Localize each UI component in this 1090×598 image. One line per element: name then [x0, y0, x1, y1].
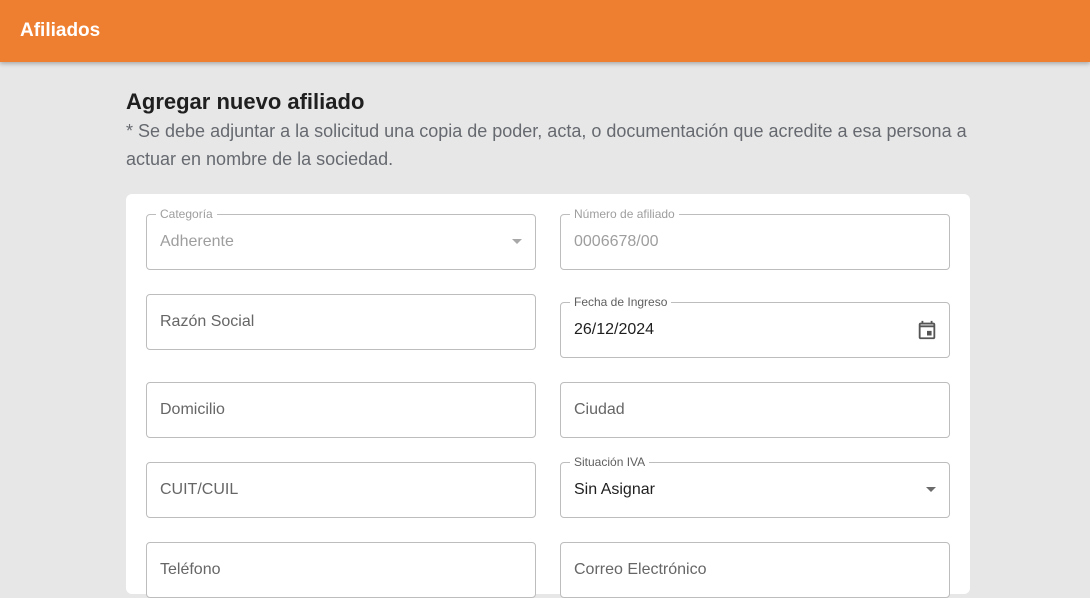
correo-field[interactable]: Correo Electrónico	[560, 542, 950, 598]
correo-placeholder: Correo Electrónico	[574, 561, 707, 578]
domicilio-field[interactable]: Domicilio	[146, 382, 536, 438]
razon-social-field[interactable]: Razón Social	[146, 294, 536, 350]
chevron-down-icon[interactable]	[926, 487, 936, 492]
categoria-select: Categoría Adherente	[146, 207, 536, 270]
form-heading: Agregar nuevo afiliado * Se debe adjunta…	[126, 88, 986, 173]
chevron-down-icon	[512, 239, 522, 244]
situacion-iva-select[interactable]: Situación IVA Sin Asignar	[560, 455, 950, 518]
telefono-placeholder: Teléfono	[160, 561, 221, 578]
page-note: * Se debe adjuntar a la solicitud una co…	[126, 121, 967, 169]
ciudad-field[interactable]: Ciudad	[560, 382, 950, 438]
categoria-value: Adherente	[160, 233, 234, 250]
cuit-placeholder: CUIT/CUIL	[160, 481, 239, 498]
razon-social-placeholder: Razón Social	[160, 313, 255, 330]
page-title: Agregar nuevo afiliado	[126, 89, 365, 114]
fecha-ingreso-value[interactable]: 26/12/2024	[574, 303, 654, 357]
domicilio-placeholder: Domicilio	[160, 401, 225, 418]
situacion-iva-value: Sin Asignar	[574, 481, 655, 498]
form-card: Categoría Adherente Número de afiliado 0…	[126, 194, 970, 598]
cuit-field[interactable]: CUIT/CUIL	[146, 462, 536, 518]
numero-afiliado-field: Número de afiliado 0006678/00	[560, 207, 950, 270]
numero-afiliado-value: 0006678/00	[574, 233, 659, 250]
calendar-icon[interactable]	[916, 319, 938, 341]
app-bar: Afiliados	[0, 0, 1090, 62]
app-title: Afiliados	[20, 20, 101, 41]
ciudad-placeholder: Ciudad	[574, 401, 625, 418]
fecha-ingreso-field[interactable]: Fecha de Ingreso 26/12/2024	[560, 295, 950, 358]
telefono-field[interactable]: Teléfono	[146, 542, 536, 598]
